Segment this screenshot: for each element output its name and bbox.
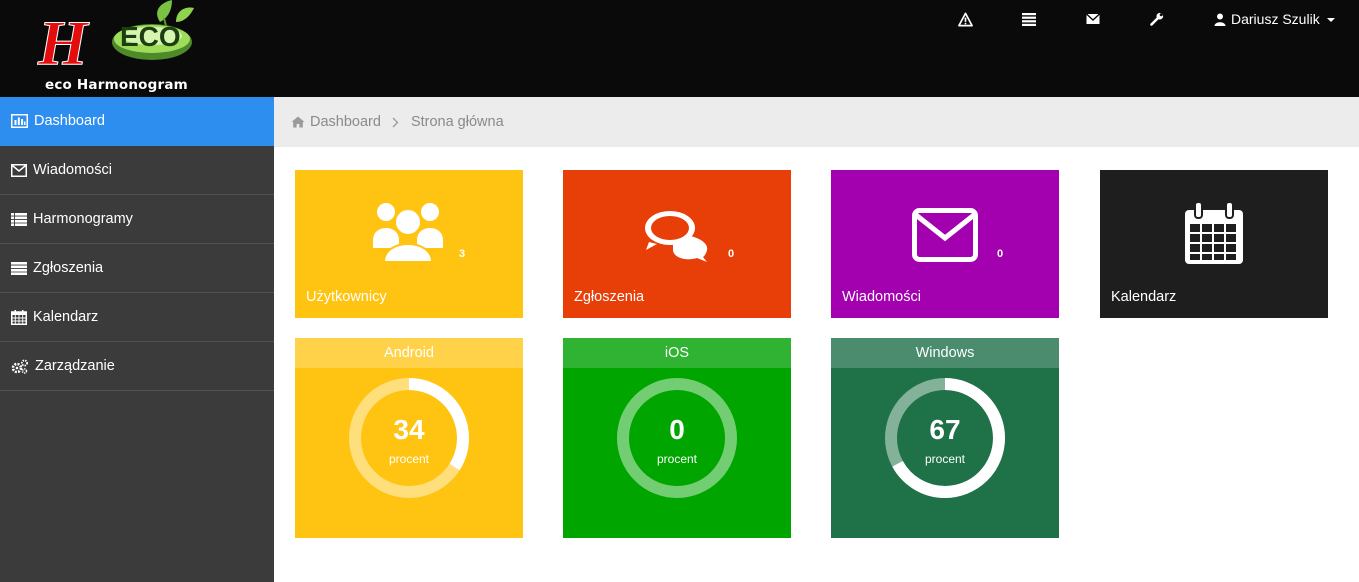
sidebar-item-label: Wiadomości (33, 162, 112, 178)
heco-logo: ECO H (37, 0, 194, 76)
tile-label: Kalendarz (1111, 289, 1177, 305)
tile-label: Użytkownicy (306, 289, 387, 305)
svg-text:H: H (37, 7, 90, 76)
sidebar-item-label: Zgłoszenia (33, 260, 104, 276)
stat-title: iOS (563, 338, 791, 368)
warning-icon[interactable] (958, 12, 974, 28)
calendar-icon (11, 309, 27, 325)
tile-label: Wiadomości (842, 289, 921, 305)
svg-text:ECO: ECO (120, 21, 181, 52)
sidebar-item-harmonogramy[interactable]: Harmonogramy (0, 195, 274, 244)
logo[interactable]: ECO H eco Harmonogram (30, 0, 200, 97)
sidebar-item-label: Harmonogramy (33, 211, 133, 227)
user-menu[interactable]: Dariusz Szulik (1214, 11, 1335, 27)
sidebar-item-kalendarz[interactable]: Kalendarz (0, 293, 274, 342)
list-icon (11, 261, 27, 275)
envelope-icon (11, 163, 27, 177)
sidebar: Dashboard Wiadomości Harmonogramy Zgłosz… (0, 97, 274, 582)
sidebar-item-label: Zarządzanie (35, 358, 115, 374)
bar-chart-icon (11, 114, 28, 128)
sidebar-item-wiadomosci[interactable]: Wiadomości (0, 146, 274, 195)
tile-count: 0 (728, 248, 735, 260)
tile-zgloszenia[interactable]: 0 Zgłoszenia (563, 170, 791, 318)
top-navbar: ECO H eco Harmonogram Dariusz Szulik (0, 0, 1359, 97)
envelope-icon (912, 208, 978, 262)
sidebar-item-label: Kalendarz (33, 309, 99, 325)
user-name: Dariusz Szulik (1231, 11, 1320, 27)
tile-kalendarz[interactable]: Kalendarz (1100, 170, 1328, 318)
breadcrumb: Dashboard Strona główna (274, 97, 1359, 147)
breadcrumb-home-link[interactable]: Dashboard (310, 114, 381, 130)
gears-icon (11, 359, 28, 374)
chevron-right-icon (392, 117, 399, 127)
user-icon (1214, 13, 1226, 26)
breadcrumb-current: Strona główna (410, 114, 504, 130)
chevron-down-icon (1326, 17, 1335, 22)
stat-unit: procent (924, 452, 966, 466)
stat-unit: procent (656, 452, 698, 466)
stat-title: Android (295, 338, 523, 368)
calendar-icon (1185, 202, 1243, 264)
wrench-icon[interactable] (1150, 12, 1166, 28)
list-icon[interactable] (1022, 12, 1038, 28)
tile-label: Zgłoszenia (574, 289, 645, 305)
stat-body: 0 procent (563, 368, 791, 538)
stat-value: 0 (669, 414, 685, 445)
comments-icon (645, 211, 708, 262)
stat-panel-android: Android 34 procent (295, 338, 523, 538)
home-icon (291, 116, 305, 128)
sidebar-item-zarzadzanie[interactable]: Zarządzanie (0, 342, 274, 391)
sidebar-item-label: Dashboard (34, 113, 105, 129)
tile-count: 0 (997, 248, 1004, 260)
stat-unit: procent (388, 452, 430, 466)
stat-body: 67 procent (831, 368, 1059, 538)
envelope-icon[interactable] (1086, 12, 1102, 28)
list-icon (11, 212, 27, 226)
users-icon (373, 203, 443, 263)
stat-value: 34 (393, 414, 425, 445)
sidebar-item-dashboard[interactable]: Dashboard (0, 97, 274, 146)
logo-caption: eco Harmonogram (45, 77, 188, 93)
sidebar-item-zgloszenia[interactable]: Zgłoszenia (0, 244, 274, 293)
stat-panel-windows: Windows 67 procent (831, 338, 1059, 538)
stat-value: 67 (929, 414, 961, 445)
stat-panel-ios: iOS 0 procent (563, 338, 791, 538)
stat-title: Windows (831, 338, 1059, 368)
tile-wiadomosci[interactable]: 0 Wiadomości (831, 170, 1059, 318)
tile-count: 3 (459, 248, 466, 260)
stat-body: 34 procent (295, 368, 523, 538)
tile-uzytkownicy[interactable]: 3 Użytkownicy (295, 170, 523, 318)
